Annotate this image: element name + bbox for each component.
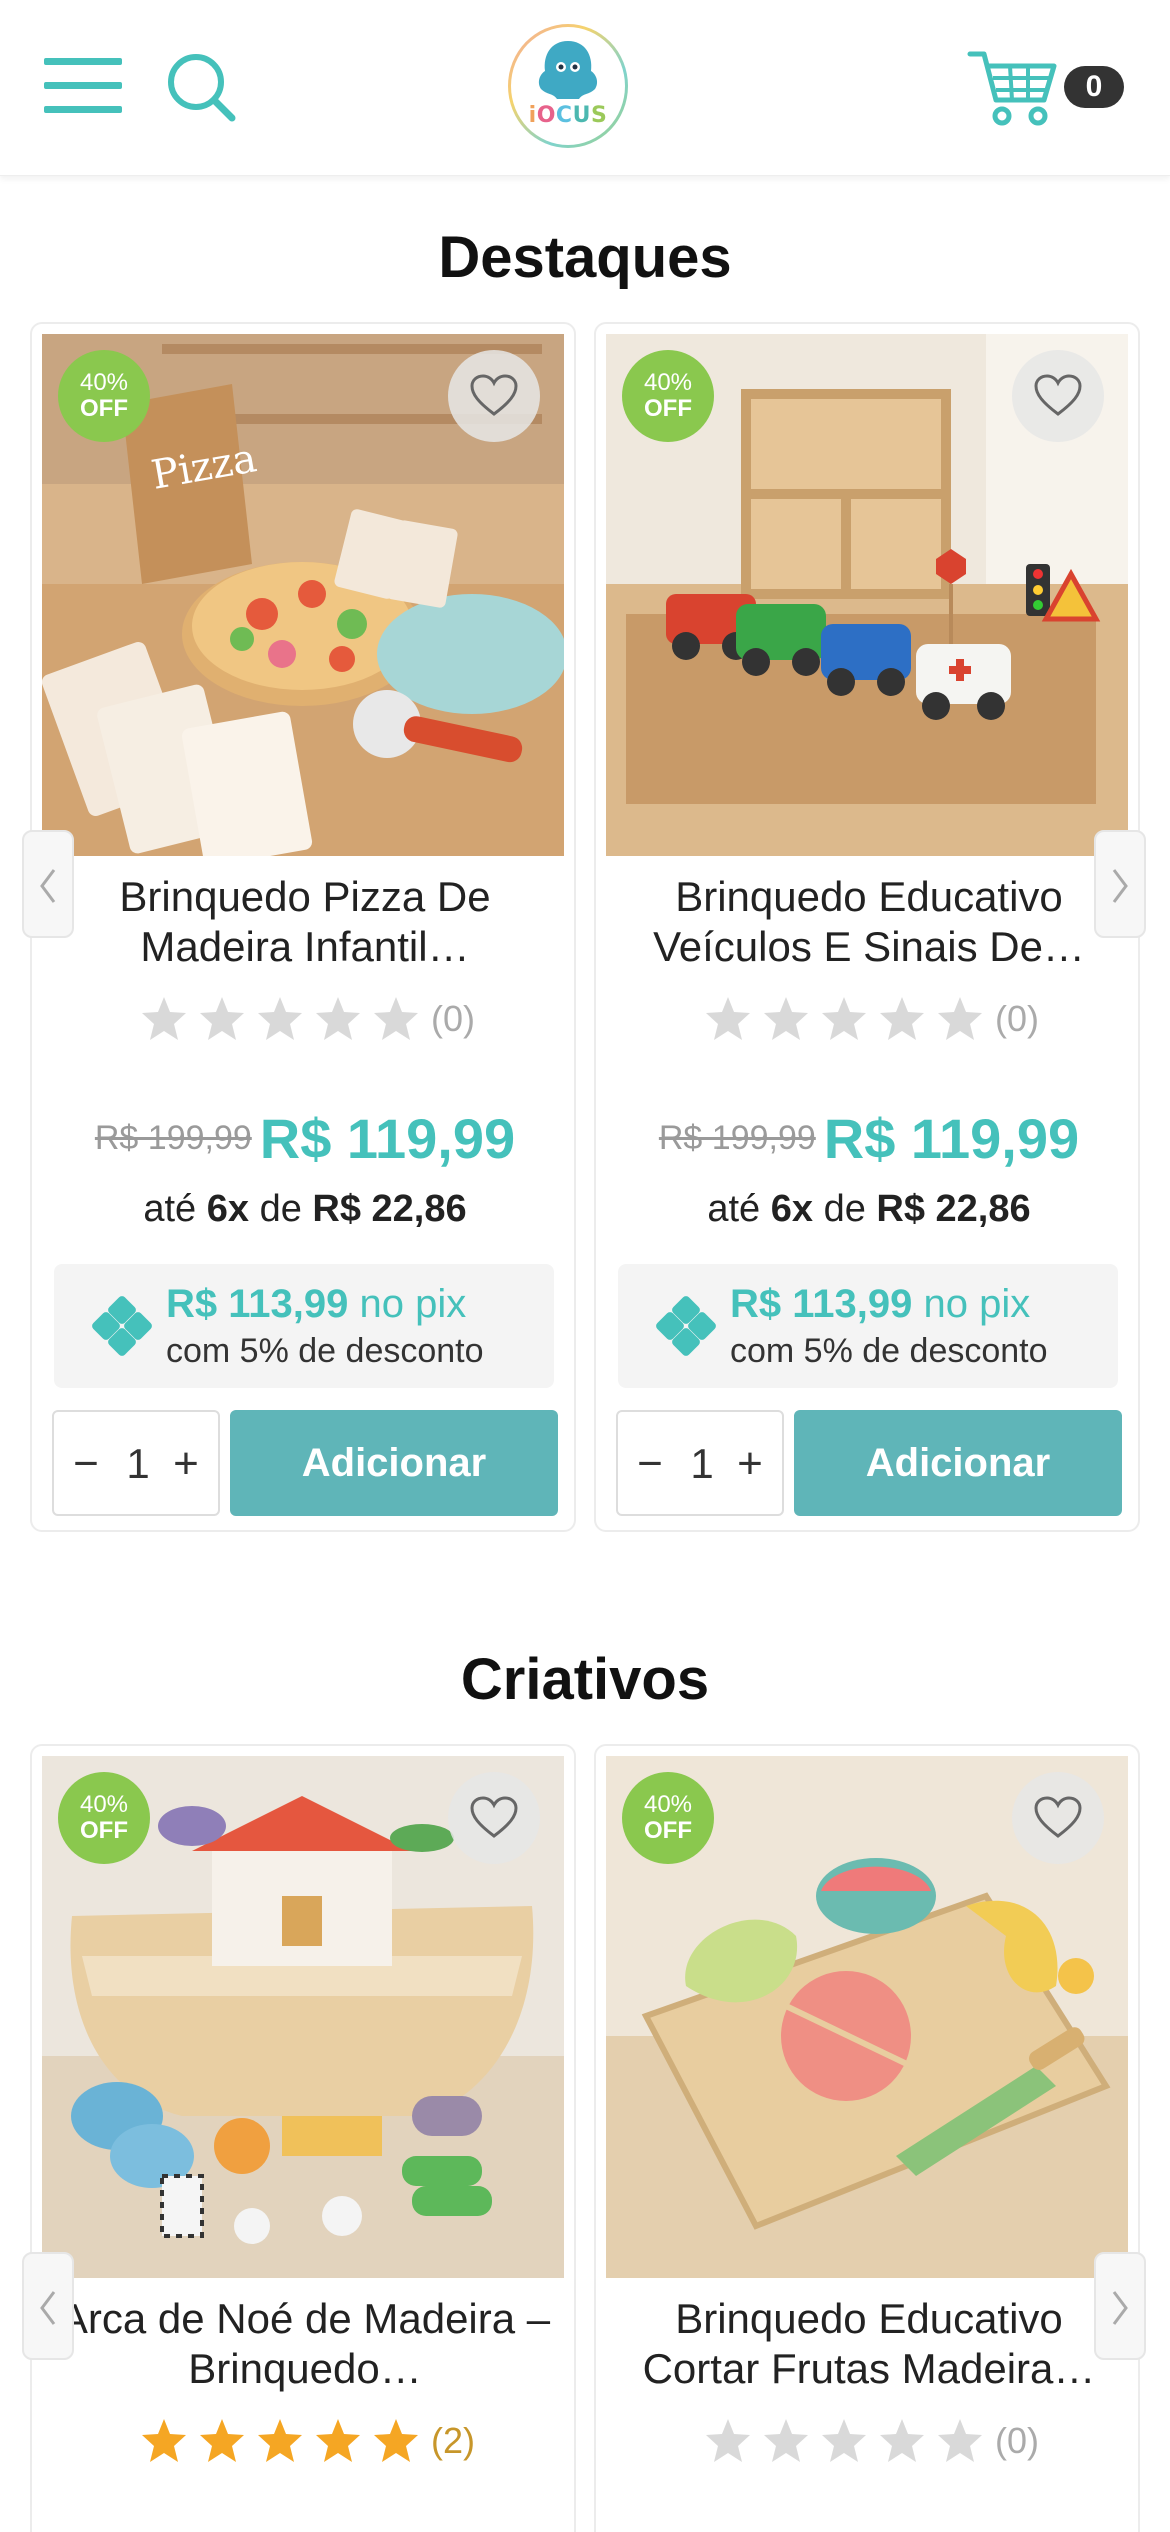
cart-count-badge: 0 <box>1064 66 1124 108</box>
star-icon <box>142 2419 186 2462</box>
current-price: R$ 119,99 <box>259 1107 516 1170</box>
star-icon <box>706 2419 750 2462</box>
star-icon <box>706 997 750 1040</box>
decrease-quantity-button[interactable]: − <box>628 1436 672 1492</box>
old-price: R$ 199,99 <box>658 1119 816 1157</box>
pix-icon <box>92 1296 152 1356</box>
rating-stars: (0) <box>32 994 574 1048</box>
decrease-quantity-button[interactable]: − <box>64 1436 108 1492</box>
site-header: iOCUS 0 <box>0 0 1170 176</box>
pix-discount-box: R$ 113,99 no pix com 5% de desconto <box>54 1264 554 1388</box>
rating-stars: (0) <box>596 994 1138 1048</box>
favorite-heart-icon[interactable] <box>1012 1772 1104 1864</box>
star-icon <box>822 997 866 1040</box>
product-card[interactable]: 40% OFF Arca de Noé de Madeira – Brinqued… <box>30 1744 576 2532</box>
quantity-stepper: − 1 + <box>616 1410 784 1516</box>
star-icon <box>316 2419 360 2462</box>
star-icon <box>880 997 924 1040</box>
cart-icon[interactable] <box>966 46 1058 130</box>
star-icon <box>316 997 360 1040</box>
old-price: R$ 199,99 <box>94 1119 252 1157</box>
star-icon <box>938 2419 982 2462</box>
discount-badge: 40% OFF <box>58 350 150 442</box>
pix-icon <box>656 1296 716 1356</box>
star-icon <box>200 2419 244 2462</box>
product-card[interactable]: 40% OFF Brinquedo Educativo Cortar Frutas… <box>594 1744 1140 2532</box>
carousel-next-button[interactable] <box>1094 2252 1146 2360</box>
star-icon <box>880 2419 924 2462</box>
star-icon <box>258 2419 302 2462</box>
product-title[interactable]: Brinquedo Educativo Cortar Frutas Madeir… <box>616 2294 1122 2394</box>
product-title[interactable]: Arca de Noé de Madeira – Brinquedo… <box>52 2294 558 2394</box>
rating-stars: (0) <box>596 2416 1138 2470</box>
star-icon <box>764 2419 808 2462</box>
search-icon[interactable] <box>166 52 238 124</box>
star-icon <box>200 997 244 1040</box>
star-icon <box>142 997 186 1040</box>
add-to-cart-button[interactable]: Adicionar <box>794 1410 1122 1516</box>
pix-discount-box: R$ 113,99 no pix com 5% de desconto <box>618 1264 1118 1388</box>
favorite-heart-icon[interactable] <box>448 1772 540 1864</box>
brand-logo[interactable]: iOCUS <box>508 24 628 148</box>
carousel-next-button[interactable] <box>1094 830 1146 938</box>
star-icon <box>764 997 808 1040</box>
installment-text: até 6x de R$ 22,86 <box>143 1188 467 1230</box>
discount-badge: 40% OFF <box>622 1772 714 1864</box>
carousel-prev-button[interactable] <box>22 830 74 938</box>
product-title[interactable]: Brinquedo Pizza De Madeira Infantil… <box>52 872 558 972</box>
discount-badge: 40% OFF <box>58 1772 150 1864</box>
rating-stars: (2) <box>32 2416 574 2470</box>
installment-text: até 6x de R$ 22,86 <box>707 1188 1031 1230</box>
price-row: R$ 199,99 R$ 119,99 <box>596 1106 1138 1171</box>
hamburger-menu-icon[interactable] <box>44 56 124 116</box>
favorite-heart-icon[interactable] <box>1012 350 1104 442</box>
current-price: R$ 119,99 <box>823 1107 1080 1170</box>
product-card[interactable]: Pizza 40% OFF Brinquedo Pizza De Madeira … <box>30 322 576 1532</box>
section-title-destaques: Destaques <box>438 225 732 290</box>
product-card[interactable]: 40% OFF Brinquedo Educativo Veículos E Si… <box>594 322 1140 1532</box>
quantity-value[interactable]: 1 <box>678 1436 726 1492</box>
star-icon <box>938 997 982 1040</box>
price-row: R$ 199,99 R$ 119,99 <box>32 1106 574 1171</box>
product-title[interactable]: Brinquedo Educativo Veículos E Sinais De… <box>616 872 1122 972</box>
increase-quantity-button[interactable]: + <box>164 1436 208 1492</box>
star-icon <box>822 2419 866 2462</box>
review-count: (2) <box>431 2420 475 2461</box>
favorite-heart-icon[interactable] <box>448 350 540 442</box>
quantity-value[interactable]: 1 <box>114 1436 162 1492</box>
star-icon <box>374 997 418 1040</box>
review-count: (0) <box>995 998 1039 1039</box>
discount-badge: 40% OFF <box>622 350 714 442</box>
carousel-prev-button[interactable] <box>22 2252 74 2360</box>
logo-wordmark: iOCUS <box>528 103 608 128</box>
review-count: (0) <box>995 2420 1039 2461</box>
increase-quantity-button[interactable]: + <box>728 1436 772 1492</box>
review-count: (0) <box>431 998 475 1039</box>
star-icon <box>258 997 302 1040</box>
quantity-stepper: − 1 + <box>52 1410 220 1516</box>
add-to-cart-button[interactable]: Adicionar <box>230 1410 558 1516</box>
section-title-criativos: Criativos <box>460 1647 710 1712</box>
star-icon <box>374 2419 418 2462</box>
